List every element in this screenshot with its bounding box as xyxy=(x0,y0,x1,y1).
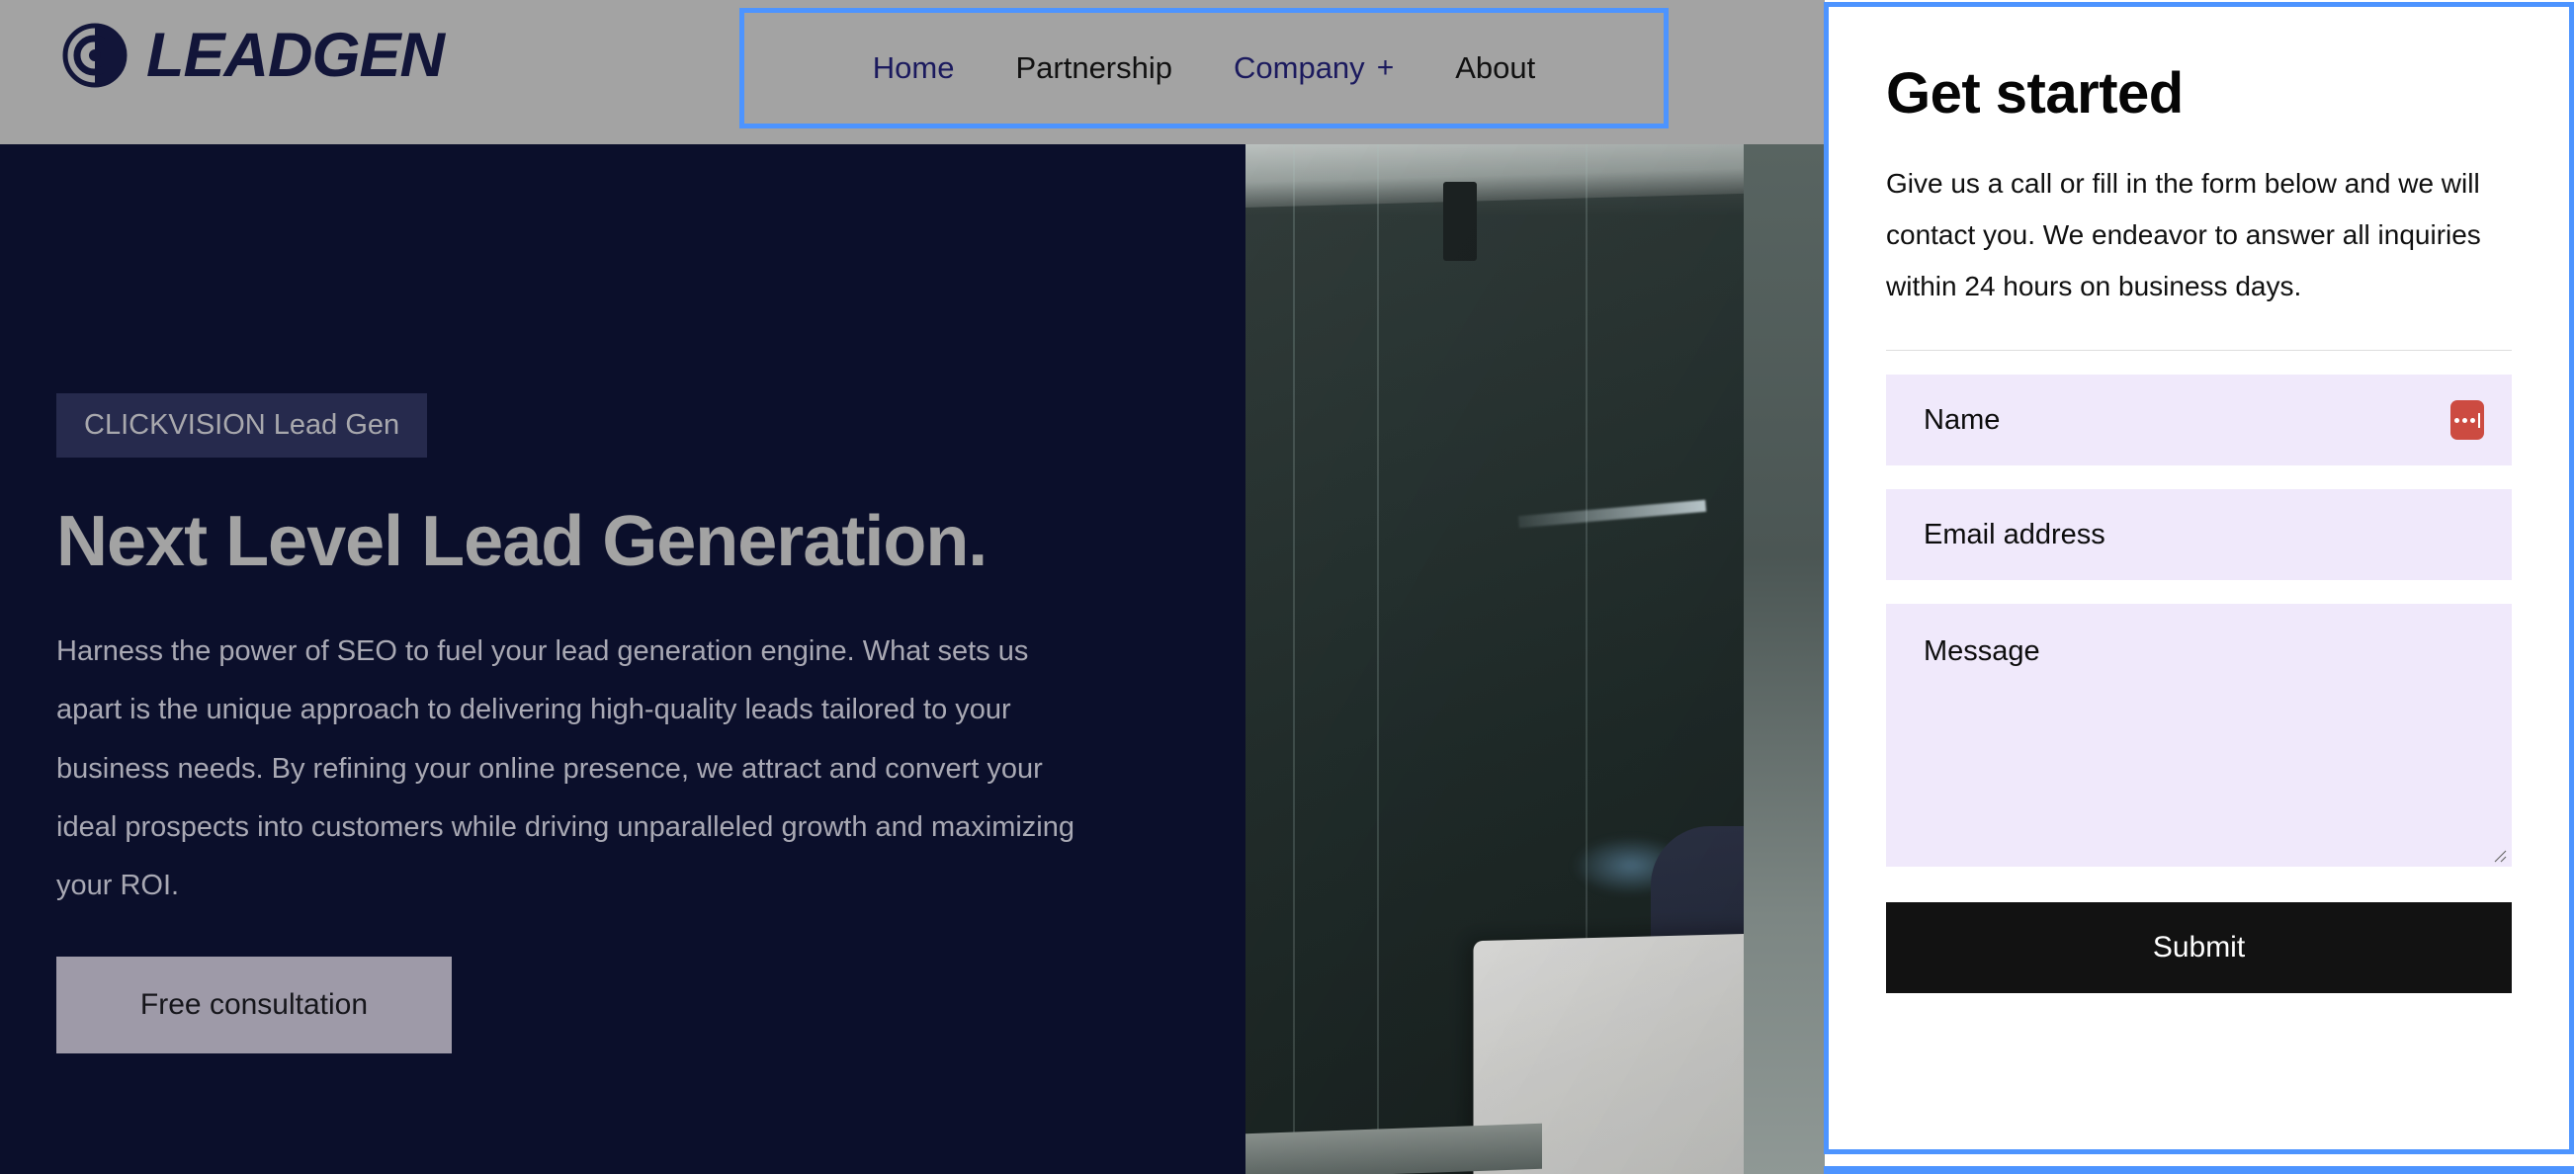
free-consultation-button[interactable]: Free consultation xyxy=(56,956,452,1053)
hero-photo xyxy=(1245,144,1744,1174)
page-root: LEADGEN Home Partnership Company + About xyxy=(0,0,2576,1174)
primary-navigation: Home Partnership Company + About xyxy=(873,50,1535,86)
primary-navigation-highlight: Home Partnership Company + About xyxy=(739,8,1669,128)
nav-item-about[interactable]: About xyxy=(1455,50,1535,86)
hero-copy: CLICKVISION Lead Gen Next Level Lead Gen… xyxy=(56,393,1104,1053)
submit-button[interactable]: Submit xyxy=(1886,902,2512,994)
plus-icon: + xyxy=(1376,51,1395,84)
password-manager-dots-icon[interactable] xyxy=(2450,400,2484,441)
contact-form: Name Email address Message Submit xyxy=(1829,375,2569,994)
dot xyxy=(2470,417,2475,423)
hero-section: CLICKVISION Lead Gen Next Level Lead Gen… xyxy=(0,144,1744,1174)
nav-item-label: Partnership xyxy=(1015,50,1172,85)
nav-item-label: Company xyxy=(1234,50,1365,85)
header-background-continuation xyxy=(1744,0,1825,144)
hero-description: Harness the power of SEO to fuel your le… xyxy=(56,635,1075,901)
panel-intro: Get started Give us a call or fill in th… xyxy=(1829,7,2569,352)
divider xyxy=(1886,350,2512,352)
panel-bottom-highlight xyxy=(1824,1166,2574,1174)
nav-item-label: About xyxy=(1455,50,1536,85)
nav-item-home[interactable]: Home xyxy=(873,50,955,86)
name-field[interactable]: Name xyxy=(1886,375,2512,466)
hero-photo-continuation xyxy=(1744,144,1825,1174)
photo-overlay xyxy=(1245,144,1744,1174)
email-field[interactable]: Email address xyxy=(1886,489,2512,581)
get-started-form-panel: Get started Give us a call or fill in th… xyxy=(1824,2,2574,1154)
panel-title: Get started xyxy=(1886,61,2184,126)
caret-bar xyxy=(2478,412,2480,428)
message-field-placeholder: Message xyxy=(1924,635,2040,668)
logo-wordmark: LEADGEN xyxy=(146,20,445,90)
site-logo[interactable]: LEADGEN xyxy=(61,20,445,90)
circle-c-logo-icon xyxy=(62,23,128,88)
name-field-placeholder: Name xyxy=(1924,403,2001,436)
email-field-placeholder: Email address xyxy=(1924,518,2105,550)
nav-item-label: Home xyxy=(872,50,955,85)
dot xyxy=(2454,417,2459,423)
nav-item-partnership[interactable]: Partnership xyxy=(1015,50,1172,86)
dot xyxy=(2462,417,2467,423)
message-field[interactable]: Message xyxy=(1886,604,2512,868)
hero-badge: CLICKVISION Lead Gen xyxy=(56,393,428,458)
nav-item-company[interactable]: Company + xyxy=(1234,50,1394,86)
textarea-resize-handle-icon[interactable] xyxy=(2491,847,2507,863)
page-title: Next Level Lead Generation. xyxy=(56,502,987,581)
panel-subtitle: Give us a call or fill in the form below… xyxy=(1886,167,2481,302)
